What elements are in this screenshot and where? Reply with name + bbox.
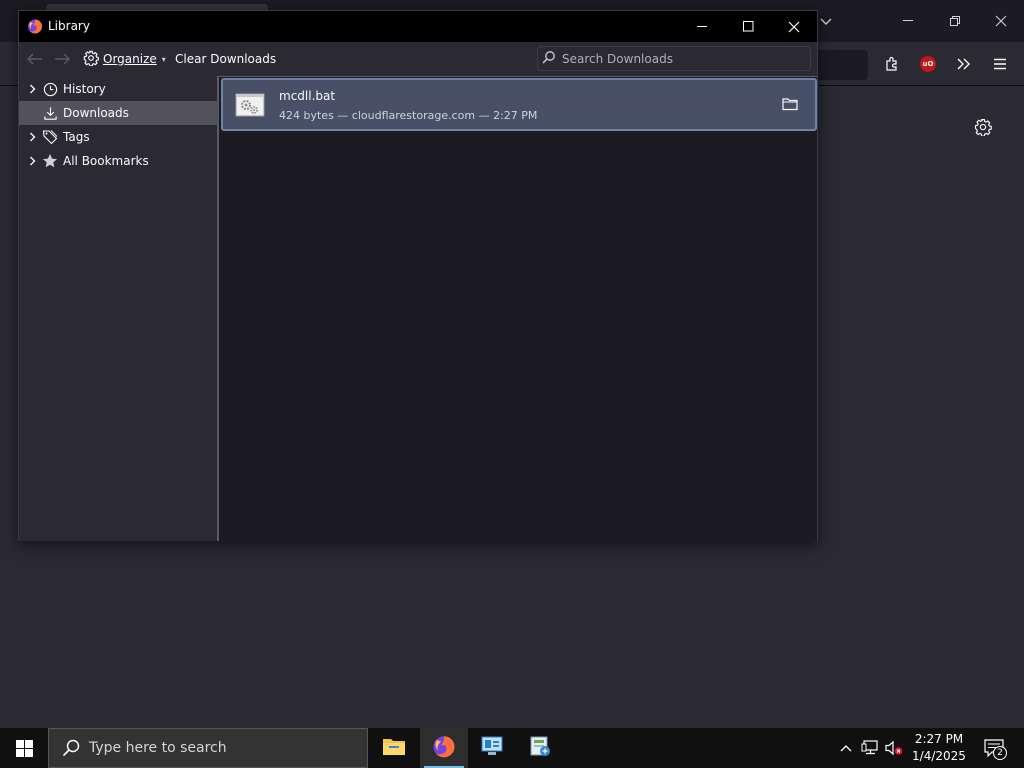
sidebar-item-label: Tags	[63, 130, 90, 144]
search-icon	[61, 738, 81, 758]
list-all-tabs-icon[interactable]	[816, 13, 836, 31]
folder-icon[interactable]	[781, 96, 799, 112]
sidebar-item-label: Downloads	[63, 106, 129, 120]
taskbar-search-box[interactable]: Type here to search	[48, 728, 368, 768]
windows-start-icon[interactable]	[0, 728, 48, 768]
chevron-right-icon[interactable]	[25, 84, 39, 94]
firefox-icon	[432, 734, 456, 762]
organize-label: Organize	[103, 52, 157, 66]
sidebar-item-downloads[interactable]: Downloads	[19, 101, 218, 125]
file-explorer-icon	[382, 736, 406, 760]
taskbar-app-network-setup[interactable]	[516, 728, 564, 768]
firefox-icon	[27, 18, 43, 34]
browser-window-controls	[886, 0, 1024, 42]
gear-icon	[83, 50, 99, 69]
download-item[interactable]: mcdll.bat 424 bytes — cloudflarestorage.…	[221, 78, 817, 131]
close-icon[interactable]	[771, 11, 817, 42]
settings-gear-icon[interactable]	[972, 116, 994, 138]
sidebar-item-tags[interactable]: Tags	[19, 125, 218, 149]
star-icon	[41, 152, 59, 170]
taskbar-search-placeholder: Type here to search	[89, 740, 227, 756]
taskbar-app-file-explorer[interactable]	[370, 728, 418, 768]
search-downloads-input[interactable]	[560, 50, 800, 67]
clock-date: 1/4/2025	[912, 749, 966, 763]
clear-downloads-button[interactable]: Clear Downloads	[175, 52, 276, 66]
chevron-up-icon[interactable]	[836, 738, 856, 758]
dropdown-caret-icon: ▾	[161, 54, 166, 64]
library-sidebar: History Downloads Tags All Bookmarks	[19, 76, 218, 541]
taskbar-app-control-panel[interactable]	[468, 728, 516, 768]
chevron-right-icon[interactable]	[25, 156, 39, 166]
sidebar-item-label: All Bookmarks	[63, 154, 149, 168]
organize-button[interactable]: Organize ▾	[83, 49, 166, 69]
clock-time: 2:27 PM	[914, 732, 964, 746]
library-toolbar: Organize ▾ Clear Downloads	[19, 42, 817, 76]
notification-count-badge: 2	[993, 746, 1007, 760]
extensions-icon[interactable]	[878, 50, 906, 78]
ublock-origin-icon[interactable]: uO	[914, 50, 942, 78]
windows-taskbar: Type here to search 2:27 PM 1/4/2025 2	[0, 728, 1024, 768]
close-icon[interactable]	[978, 0, 1024, 42]
tag-icon	[41, 128, 59, 146]
library-window: Library Organize ▾ Clear Downloads Searc…	[18, 10, 818, 541]
sidebar-item-all-bookmarks[interactable]: All Bookmarks	[19, 149, 218, 173]
search-icon	[542, 49, 556, 68]
network-icon[interactable]	[860, 738, 880, 758]
sidebar-item-label: History	[63, 82, 106, 96]
url-bar[interactable]	[812, 50, 868, 80]
downloads-list: mcdll.bat 424 bytes — cloudflarestorage.…	[218, 76, 817, 541]
forward-arrow-icon[interactable]	[53, 51, 71, 67]
download-icon	[41, 104, 59, 122]
download-filename: mcdll.bat	[279, 89, 336, 103]
search-downloads-box[interactable]	[537, 46, 811, 71]
download-status: 424 bytes — cloudflarestorage.com — 2:27…	[279, 109, 538, 122]
taskbar-clock[interactable]: 2:27 PM 1/4/2025	[906, 731, 972, 765]
action-center-icon[interactable]: 2	[980, 736, 1008, 760]
library-titlebar: Library	[19, 11, 817, 42]
restore-icon[interactable]	[932, 0, 978, 42]
minimize-icon[interactable]	[679, 11, 725, 42]
minimize-icon[interactable]	[886, 0, 932, 42]
chevron-right-icon[interactable]	[25, 132, 39, 142]
batch-file-icon	[235, 92, 265, 118]
sidebar-item-history[interactable]: History	[19, 77, 218, 101]
volume-muted-icon[interactable]	[884, 738, 904, 758]
maximize-icon[interactable]	[725, 11, 771, 42]
back-arrow-icon[interactable]	[26, 51, 44, 67]
network-setup-icon	[528, 734, 552, 762]
taskbar-app-firefox[interactable]	[420, 728, 468, 768]
hamburger-menu-icon[interactable]	[986, 50, 1014, 78]
control-panel-icon	[480, 735, 504, 761]
window-title: Library	[48, 19, 90, 33]
clock-icon	[41, 80, 59, 98]
more-tools-icon[interactable]	[950, 50, 978, 78]
